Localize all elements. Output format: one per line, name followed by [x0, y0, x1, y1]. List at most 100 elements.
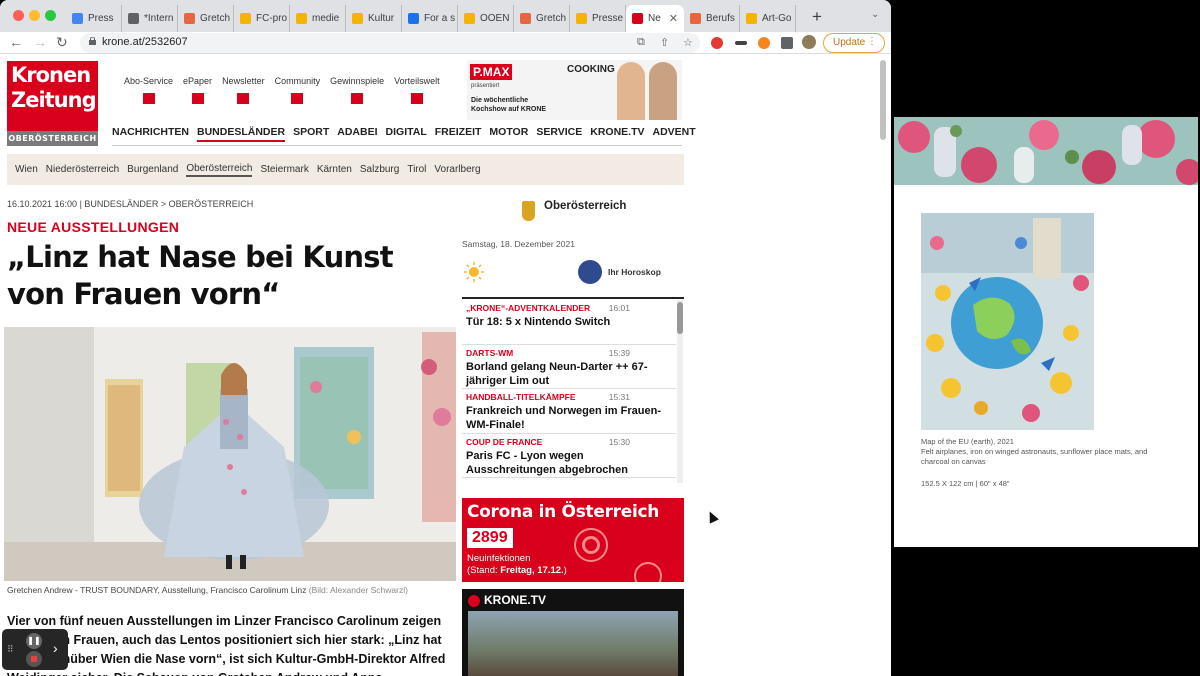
- weather-sun-icon[interactable]: [464, 262, 484, 282]
- tab[interactable]: Gretch: [514, 5, 570, 32]
- corona-widget[interactable]: Corona in Österreich 2899 Neuinfektionen…: [462, 498, 684, 582]
- promo-show: COOKING: [567, 64, 615, 75]
- krone-tv-label: KRONE.TV: [484, 593, 547, 607]
- metamask-fox-icon[interactable]: [758, 37, 770, 49]
- nav-item[interactable]: MOTOR: [489, 126, 528, 142]
- region-link[interactable]: Niederösterreich: [46, 164, 119, 175]
- news-item[interactable]: SERIE A15:02Inter fixiert 5:0-Auswärtssi…: [462, 478, 676, 483]
- stop-recording-button[interactable]: [26, 651, 42, 667]
- tab[interactable]: Art-Go: [740, 5, 796, 32]
- horoscope-link[interactable]: Ihr Horoskop: [608, 267, 661, 277]
- caption-text: Gretchen Andrew - TRUST BOUNDARY, Ausste…: [7, 585, 307, 595]
- news-divider: [462, 297, 684, 299]
- region-link[interactable]: Burgenland: [127, 164, 178, 175]
- krone-tv-widget[interactable]: KRONE.TV: [462, 589, 684, 676]
- service-link[interactable]: Gewinnspiele: [330, 76, 384, 104]
- nav-item[interactable]: NACHRICHTEN: [112, 126, 189, 142]
- tab-search-icon[interactable]: ⌄: [871, 9, 879, 20]
- nav-item[interactable]: DIGITAL: [386, 126, 427, 142]
- pause-recording-button[interactable]: ❚❚: [26, 633, 42, 649]
- window-close-button[interactable]: [13, 10, 24, 21]
- promo-line-2: Kochshow auf KRONE: [471, 106, 547, 113]
- tab[interactable]: Kultur: [346, 5, 402, 32]
- tab[interactable]: FC-pro: [234, 5, 290, 32]
- news-ticker: „KRONE“-ADVENTKALENDER 16:01 Tür 18: 5 x N…: [462, 300, 676, 483]
- forward-icon[interactable]: →: [33, 34, 47, 50]
- artwork-document: Map of the EU (earth), 2021 Felt airplan…: [894, 117, 1198, 547]
- extension-icon[interactable]: [711, 37, 723, 49]
- kronen-zeitung-logo[interactable]: Kronen Zeitung OBERÖSTERREICH: [7, 61, 98, 146]
- window-maximize-button[interactable]: [45, 10, 56, 21]
- news-item[interactable]: COUP DE FRANCE 15:30 Paris FC - Lyon wegen…: [462, 434, 676, 478]
- tab-label: FC-pro: [256, 13, 288, 24]
- nav-item[interactable]: ADVENT: [653, 126, 696, 142]
- news-item[interactable]: DARTS-WM 15:39 Borland gelang Neun-Darter …: [462, 345, 676, 389]
- service-link[interactable]: Abo-Service: [124, 76, 173, 104]
- artwork-image[interactable]: [921, 213, 1094, 430]
- promo-presents: präsentiert: [471, 83, 500, 89]
- window-minimize-button[interactable]: [29, 10, 40, 21]
- reload-icon[interactable]: ↻: [56, 34, 68, 51]
- profile-avatar[interactable]: [802, 35, 816, 49]
- logo-region: OBERÖSTERREICH: [7, 131, 98, 146]
- nav-item[interactable]: BUNDESLÄNDER: [197, 126, 286, 142]
- region-link[interactable]: Wien: [15, 164, 38, 175]
- region-link[interactable]: Vorarlberg: [434, 164, 480, 175]
- news-scrollbar[interactable]: [677, 300, 683, 483]
- close-tab-icon[interactable]: ✕: [669, 12, 678, 25]
- back-icon[interactable]: ←: [9, 34, 23, 50]
- corona-status-prefix: (Stand:: [467, 565, 501, 576]
- region-link[interactable]: Oberösterreich: [186, 163, 253, 177]
- nav-item[interactable]: FREIZEIT: [435, 126, 482, 142]
- service-link[interactable]: Community: [275, 76, 320, 104]
- page-scrollbar[interactable]: [880, 60, 886, 140]
- news-scroll-thumb[interactable]: [677, 302, 683, 334]
- region-link[interactable]: Steiermark: [260, 164, 308, 175]
- lock-icon: [89, 37, 96, 45]
- nav-item[interactable]: SPORT: [293, 126, 329, 142]
- tab-favicon-icon: [352, 13, 363, 24]
- more-menu-icon[interactable]: ⋮: [867, 36, 877, 47]
- news-time: 15:31: [608, 392, 630, 402]
- extensions-puzzle-icon[interactable]: [781, 37, 793, 49]
- service-link[interactable]: Newsletter: [222, 76, 265, 104]
- region-link[interactable]: Kärnten: [317, 164, 352, 175]
- tab[interactable]: Gretch: [178, 5, 234, 32]
- artwork-materials: Felt airplanes, iron on winged astronaut…: [921, 447, 1148, 466]
- tab[interactable]: OOEN: [458, 5, 514, 32]
- region-link[interactable]: Tirol: [407, 164, 426, 175]
- news-item[interactable]: „KRONE“-ADVENTKALENDER 16:01 Tür 18: 5 x N…: [462, 300, 676, 345]
- new-tab-button[interactable]: +: [812, 7, 822, 27]
- service-link[interactable]: ePaper: [183, 76, 212, 104]
- news-item[interactable]: HANDBALL-TITELKÄMPFE 15:31 Frankreich und …: [462, 389, 676, 434]
- news-category: „KRONE“-ADVENTKALENDER: [466, 303, 591, 313]
- tab-label: Berufs: [706, 13, 735, 24]
- tab[interactable]: Press: [66, 5, 122, 32]
- update-button[interactable]: Update ⋮: [823, 33, 885, 53]
- service-link[interactable]: Vorteilswelt: [394, 76, 440, 104]
- share-icon[interactable]: ⇧: [660, 36, 669, 49]
- video-thumbnail[interactable]: [468, 611, 678, 676]
- nav-item[interactable]: KRONE.TV: [590, 126, 644, 142]
- tab[interactable]: medie: [290, 5, 346, 32]
- horoscope-zodiac-icon[interactable]: [578, 260, 602, 284]
- bookmark-star-icon[interactable]: ☆: [683, 36, 693, 49]
- nav-item[interactable]: SERVICE: [536, 126, 582, 142]
- drag-handle-icon[interactable]: ⠿: [7, 644, 14, 655]
- region-link[interactable]: Salzburg: [360, 164, 399, 175]
- promo-banner[interactable]: P.MAX COOKING präsentiert Die wöchentlic…: [467, 60, 682, 120]
- tab[interactable]: Presse: [570, 5, 626, 32]
- nav-item[interactable]: ADABEI: [337, 126, 377, 142]
- translate-icon[interactable]: ⧉: [637, 36, 645, 49]
- tab[interactable]: For a s: [402, 5, 458, 32]
- extension-icon[interactable]: [735, 41, 747, 45]
- service-icon: [351, 93, 364, 104]
- service-link-label: Vorteilswelt: [394, 76, 440, 86]
- chevron-right-icon[interactable]: ›: [53, 640, 58, 656]
- tab[interactable]: Berufs: [684, 5, 740, 32]
- tab-active[interactable]: Ne ✕: [626, 5, 684, 32]
- corona-status-suffix: ): [563, 565, 567, 576]
- address-bar[interactable]: krone.at/2532607 ⧉ ⇧ ☆: [80, 33, 700, 53]
- tab[interactable]: *Intern: [122, 5, 178, 32]
- article-photo[interactable]: [4, 327, 456, 581]
